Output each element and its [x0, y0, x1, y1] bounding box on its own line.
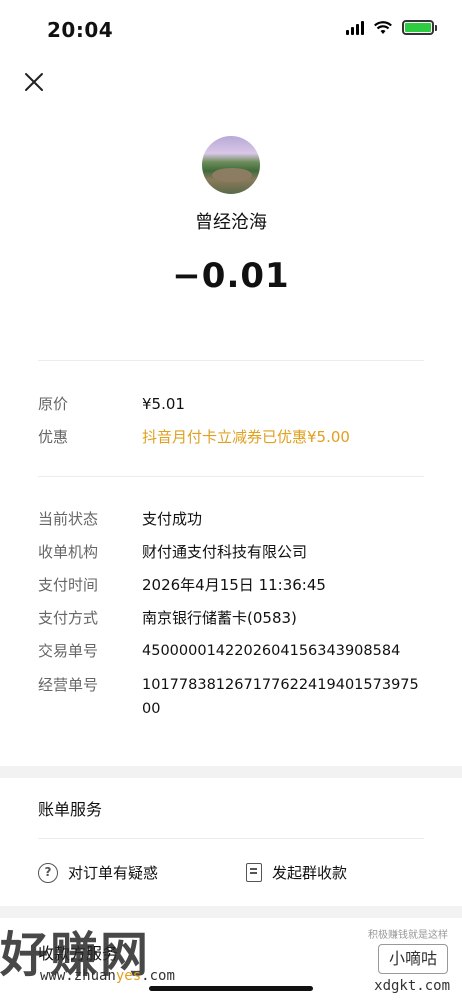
detail-value: 2026年4月15日 11:36:45 [142, 576, 326, 594]
payee-name: 曾经沧海 [195, 212, 267, 233]
document-icon [246, 863, 262, 882]
detail-value[interactable]: 4500000142202604156343908584 [142, 639, 427, 663]
detail-row-transaction-id: 交易单号 4500000142202604156343908584 [38, 639, 438, 663]
detail-row-acquirer: 收单机构 财付通支付科技有限公司 [38, 540, 438, 564]
detail-label: 交易单号 [38, 642, 99, 660]
home-indicator[interactable] [149, 986, 313, 991]
detail-label: 支付时间 [38, 576, 99, 594]
wifi-icon [374, 20, 392, 34]
status-bar: 20:04 [0, 0, 462, 60]
watermark-url: www.zhuanyes.com [40, 968, 175, 984]
cellular-signal-icon [346, 20, 364, 35]
group-collect-label: 发起群收款 [272, 864, 348, 882]
discount-row: 优惠 抖音月付卡立减券已优惠¥5.00 [38, 425, 438, 449]
close-icon[interactable] [22, 70, 46, 94]
detail-value: 支付成功 [142, 510, 203, 528]
watermark-badge: 小嘀咕 [378, 944, 448, 974]
divider [38, 838, 424, 839]
question-icon: ? [38, 862, 58, 883]
avatar [202, 136, 260, 194]
original-price-row: 原价 ¥5.01 [38, 392, 438, 416]
group-collect-button[interactable]: 发起群收款 [246, 862, 347, 883]
original-price-value: ¥5.01 [142, 395, 185, 413]
watermark-domain: xdgkt.com [374, 978, 450, 994]
payment-amount: −0.01 [172, 256, 290, 296]
discount-label: 优惠 [38, 428, 69, 446]
detail-row-time: 支付时间 2026年4月15日 11:36:45 [38, 573, 438, 597]
bill-services-title: 账单服务 [38, 800, 103, 819]
detail-value: 财付通支付科技有限公司 [142, 543, 308, 561]
detail-value[interactable]: 101778381267177622419401573975 00 [142, 673, 427, 721]
status-time: 20:04 [47, 18, 114, 42]
order-question-label: 对订单有疑惑 [68, 864, 159, 882]
detail-row-status: 当前状态 支付成功 [38, 507, 438, 531]
discount-value: 抖音月付卡立减券已优惠¥5.00 [142, 428, 350, 446]
original-price-label: 原价 [38, 395, 69, 413]
detail-row-method: 支付方式 南京银行储蓄卡(0583) [38, 606, 438, 630]
detail-value: 南京银行储蓄卡(0583) [142, 609, 297, 627]
detail-label: 支付方式 [38, 609, 99, 627]
order-question-button[interactable]: ? 对订单有疑惑 [38, 862, 158, 883]
divider [38, 476, 424, 477]
section-separator [0, 766, 462, 778]
battery-icon [402, 20, 437, 35]
detail-label: 经营单号 [38, 676, 99, 694]
detail-label: 当前状态 [38, 510, 99, 528]
divider [38, 360, 424, 361]
watermark-slogan: 积极赚钱就是这样 [368, 930, 448, 941]
detail-label: 收单机构 [38, 543, 99, 561]
status-icons [346, 20, 437, 35]
detail-row-merchant-order-id: 经营单号 101778381267177622419401573975 00 [38, 673, 438, 721]
